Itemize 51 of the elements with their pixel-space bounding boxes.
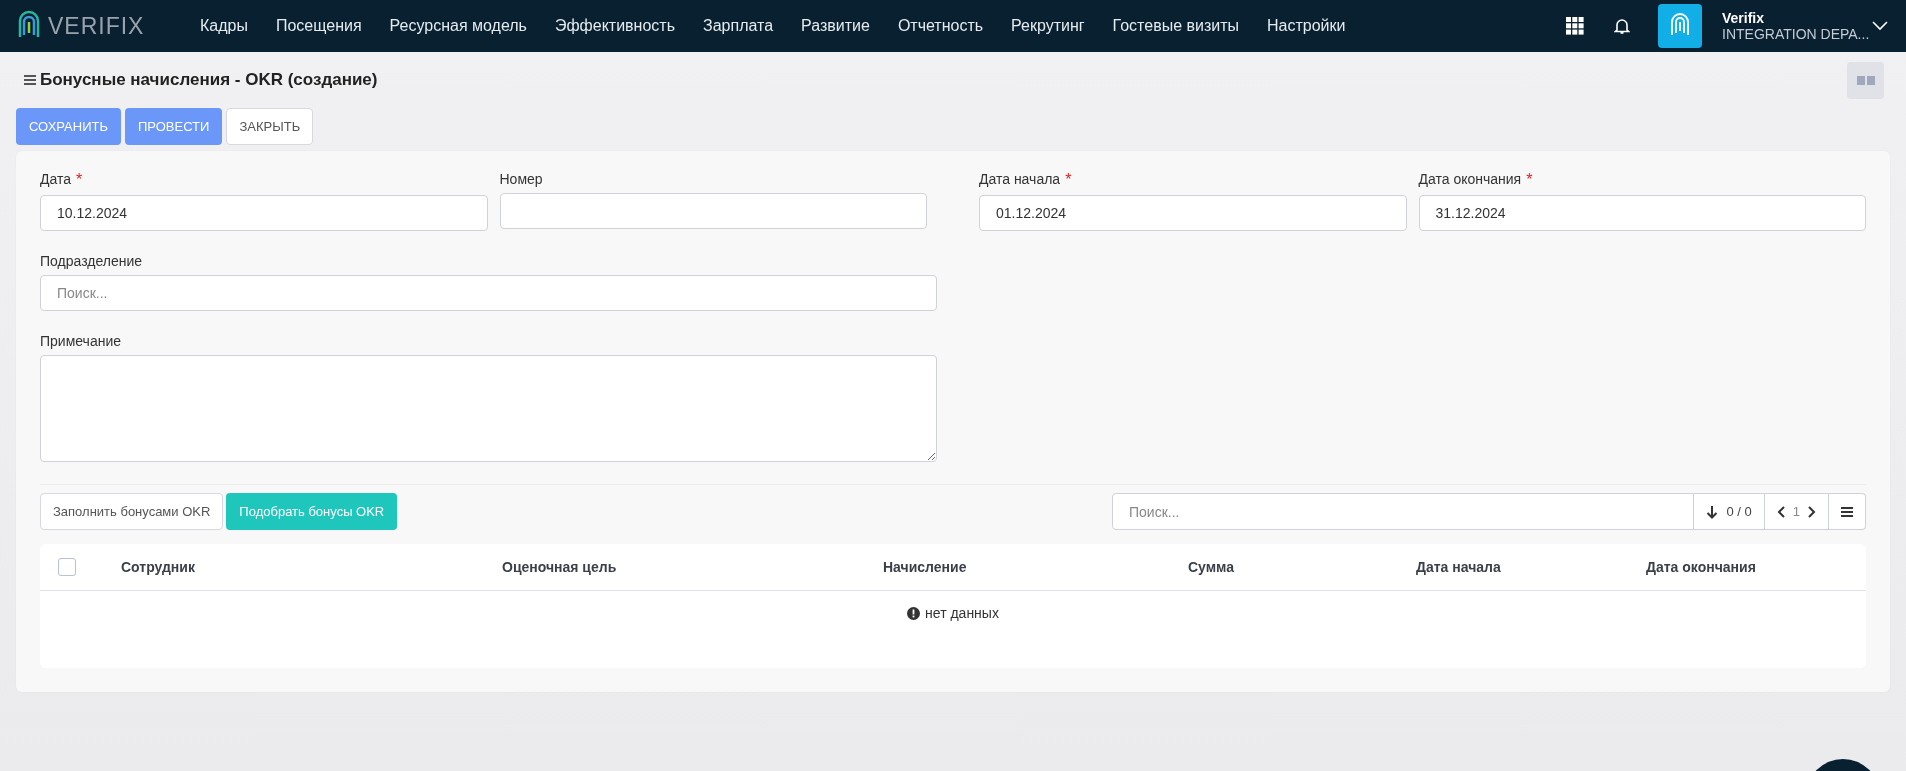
translate-icon	[1856, 75, 1875, 85]
column-header[interactable]: Дата начала	[1416, 559, 1646, 575]
field-label: Примечание	[40, 333, 123, 349]
input-field[interactable]	[499, 193, 927, 229]
nav-link[interactable]: Гостевые визиты	[1098, 17, 1254, 35]
chevron-left-icon[interactable]	[1776, 505, 1785, 518]
search-field[interactable]: Поиск...	[40, 275, 937, 311]
page-number: 1	[1792, 504, 1800, 519]
input-field[interactable]: 10.12.2024	[40, 195, 488, 231]
search-field[interactable]: Поиск...	[1112, 493, 1695, 530]
record-counter: 0 / 0	[1726, 504, 1752, 519]
user-organization: INTEGRATION DEPA...	[1722, 26, 1871, 42]
column-header[interactable]: Оценочная цель	[502, 559, 883, 575]
field-label: Подразделение	[40, 253, 144, 269]
field-label: Дата	[40, 171, 71, 189]
arrow-down-icon[interactable]	[1706, 504, 1719, 519]
nav-link[interactable]: Ресурсная модель	[375, 17, 541, 35]
grid-button[interactable]: Заполнить бонусами OKR	[40, 493, 224, 530]
page-title: Бонусные начисления - OKR (создание)	[40, 70, 378, 90]
nav-link[interactable]: Отчетность	[883, 17, 998, 35]
user-name: Verifix	[1722, 10, 1766, 26]
action-button[interactable]: ЗАКРЫТЬ	[226, 108, 314, 145]
chevron-down-icon[interactable]	[1872, 21, 1888, 31]
field-label: Номер	[499, 171, 543, 187]
nav-link[interactable]: Эффективность	[540, 17, 689, 35]
checkbox[interactable]	[58, 558, 76, 576]
required-mark: *	[1526, 171, 1533, 189]
menu-icon[interactable]	[24, 75, 36, 85]
nav-link[interactable]: Настройки	[1253, 17, 1360, 35]
logo-text: VERIFIX	[48, 12, 145, 40]
empty-message: нет данных	[925, 605, 999, 621]
bell-icon[interactable]	[1614, 17, 1630, 35]
apps-grid-icon[interactable]	[1566, 17, 1584, 35]
column-header[interactable]: Сумма	[1188, 559, 1416, 575]
nav-link[interactable]: Развитие	[787, 17, 884, 35]
nav-link[interactable]: Кадры	[186, 17, 262, 35]
column-header[interactable]: Дата окончания	[1646, 559, 1866, 575]
field-label: Дата начала	[979, 171, 1061, 189]
input-field[interactable]: 01.12.2024	[979, 195, 1407, 231]
required-mark: *	[76, 171, 83, 189]
nav-link[interactable]: Зарплата	[689, 17, 788, 35]
required-mark: *	[1065, 171, 1072, 189]
menu-icon[interactable]	[1841, 506, 1853, 517]
column-header[interactable]: Начисление	[883, 559, 1188, 575]
column-header[interactable]: Сотрудник	[121, 559, 502, 575]
input-field[interactable]: 31.12.2024	[1418, 195, 1866, 231]
alert-icon	[907, 606, 921, 620]
nav-link[interactable]: Посещения	[261, 17, 376, 35]
field-label: Дата окончания	[1418, 171, 1522, 189]
nav-link[interactable]: Рекрутинг	[997, 17, 1099, 35]
chevron-right-icon[interactable]	[1808, 505, 1816, 518]
